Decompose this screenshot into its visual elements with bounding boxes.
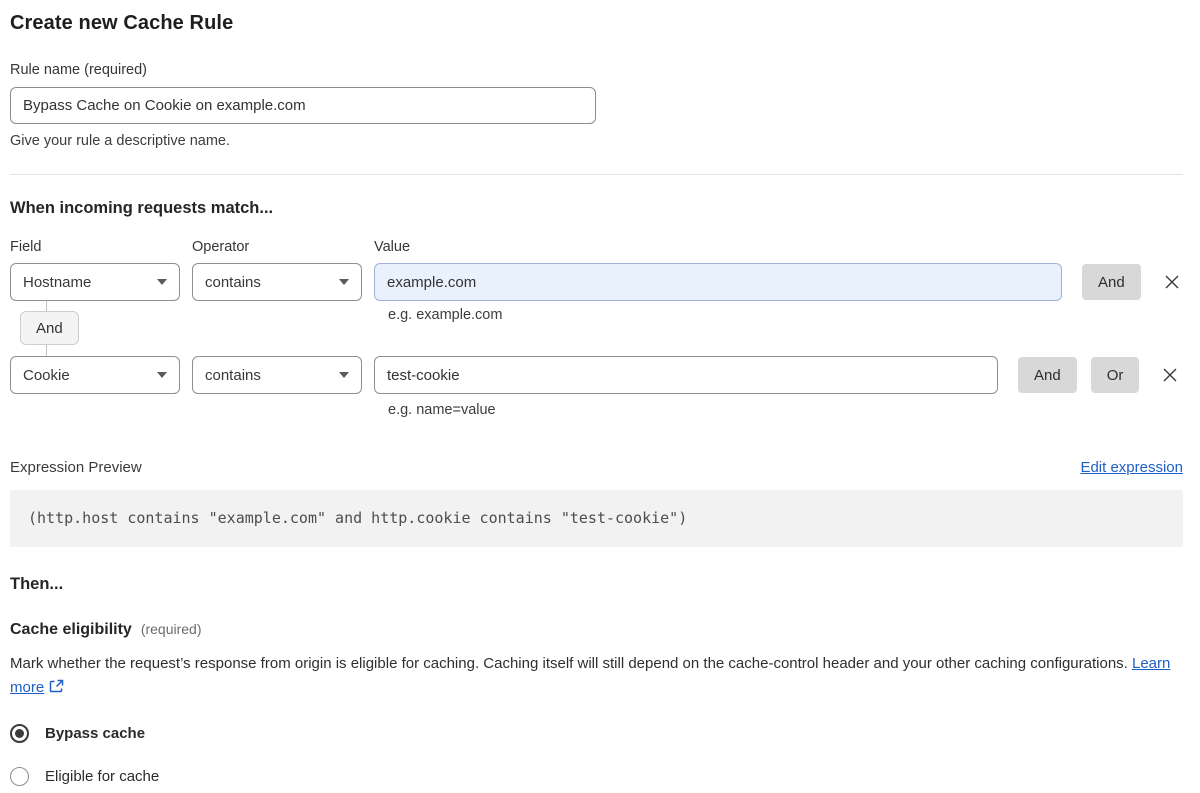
required-note: (required) (140, 621, 202, 637)
value-input-1[interactable] (374, 263, 1062, 301)
then-heading: Then... (10, 575, 64, 593)
field-column-label: Field (10, 239, 42, 255)
match-section-heading: When incoming requests match... (10, 199, 274, 217)
field-select-2-value: Cookie (23, 366, 70, 384)
remove-condition-button-1[interactable] (1161, 271, 1183, 293)
match-row-1: Hostname contains And (10, 263, 1183, 301)
expression-preview-label: Expression Preview (10, 459, 142, 476)
radio-label-bypass: Bypass cache (45, 724, 146, 742)
expression-preview-header: Expression Preview Edit expression (10, 459, 1183, 476)
chevron-down-icon (339, 279, 349, 285)
create-cache-rule-form: Create new Cache Rule Rule name (require… (0, 0, 1200, 786)
remove-condition-icon (1163, 368, 1177, 382)
condition-connector-zone: And e.g. example.com (10, 301, 1183, 356)
radio-option-bypass-cache[interactable]: Bypass cache (10, 723, 1183, 743)
operator-select-1[interactable]: contains (192, 263, 362, 301)
section-divider (10, 174, 1183, 175)
match-column-headers: Field Operator Value (10, 239, 1183, 255)
expression-preview-code: (http.host contains "example.com" and ht… (10, 490, 1183, 547)
remove-condition-icon (1165, 275, 1179, 289)
value-input-2[interactable] (374, 356, 998, 394)
operator-select-2-value: contains (205, 366, 261, 384)
field-select-2[interactable]: Cookie (10, 356, 180, 394)
external-link-icon (49, 679, 64, 693)
or-button-row-2[interactable]: Or (1090, 357, 1140, 393)
and-button-row-1[interactable]: And (1082, 264, 1141, 300)
value-hint-1: e.g. example.com (388, 307, 503, 323)
match-row-2: Cookie contains And Or (10, 356, 1183, 394)
edit-expression-link[interactable]: Edit expression (1080, 459, 1183, 476)
description-text: Mark whether the request’s response from… (10, 655, 1132, 672)
radio-option-eligible-for-cache[interactable]: Eligible for cache (10, 766, 1183, 786)
chevron-down-icon (157, 279, 167, 285)
cache-eligibility-description: Mark whether the request’s response from… (10, 652, 1183, 700)
value-hint-2: e.g. name=value (388, 402, 496, 418)
operator-select-1-value: contains (205, 273, 261, 291)
page-title: Create new Cache Rule (10, 12, 234, 34)
field-select-1[interactable]: Hostname (10, 263, 180, 301)
connector-and-badge[interactable]: And (20, 311, 79, 345)
chevron-down-icon (339, 372, 349, 378)
rule-name-help: Give your rule a descriptive name. (10, 133, 231, 149)
rule-name-input[interactable] (10, 87, 596, 124)
remove-condition-button-2[interactable] (1159, 364, 1181, 386)
rule-name-label: Rule name (required) (10, 62, 148, 78)
chevron-down-icon (157, 372, 167, 378)
operator-column-label: Operator (192, 239, 250, 255)
cache-eligibility-title: Cache eligibility (10, 621, 132, 638)
operator-select-2[interactable]: contains (192, 356, 362, 394)
cache-eligibility-options: Bypass cache Eligible for cache (10, 723, 1183, 786)
and-button-row-2[interactable]: And (1018, 357, 1077, 393)
field-select-1-value: Hostname (23, 273, 92, 291)
radio-selected-icon[interactable] (10, 723, 29, 743)
cache-eligibility-heading: Cache eligibility (required) (10, 621, 1183, 639)
radio-unselected-icon[interactable] (10, 766, 29, 786)
radio-label-eligible: Eligible for cache (45, 767, 160, 785)
value-column-label: Value (374, 239, 411, 255)
